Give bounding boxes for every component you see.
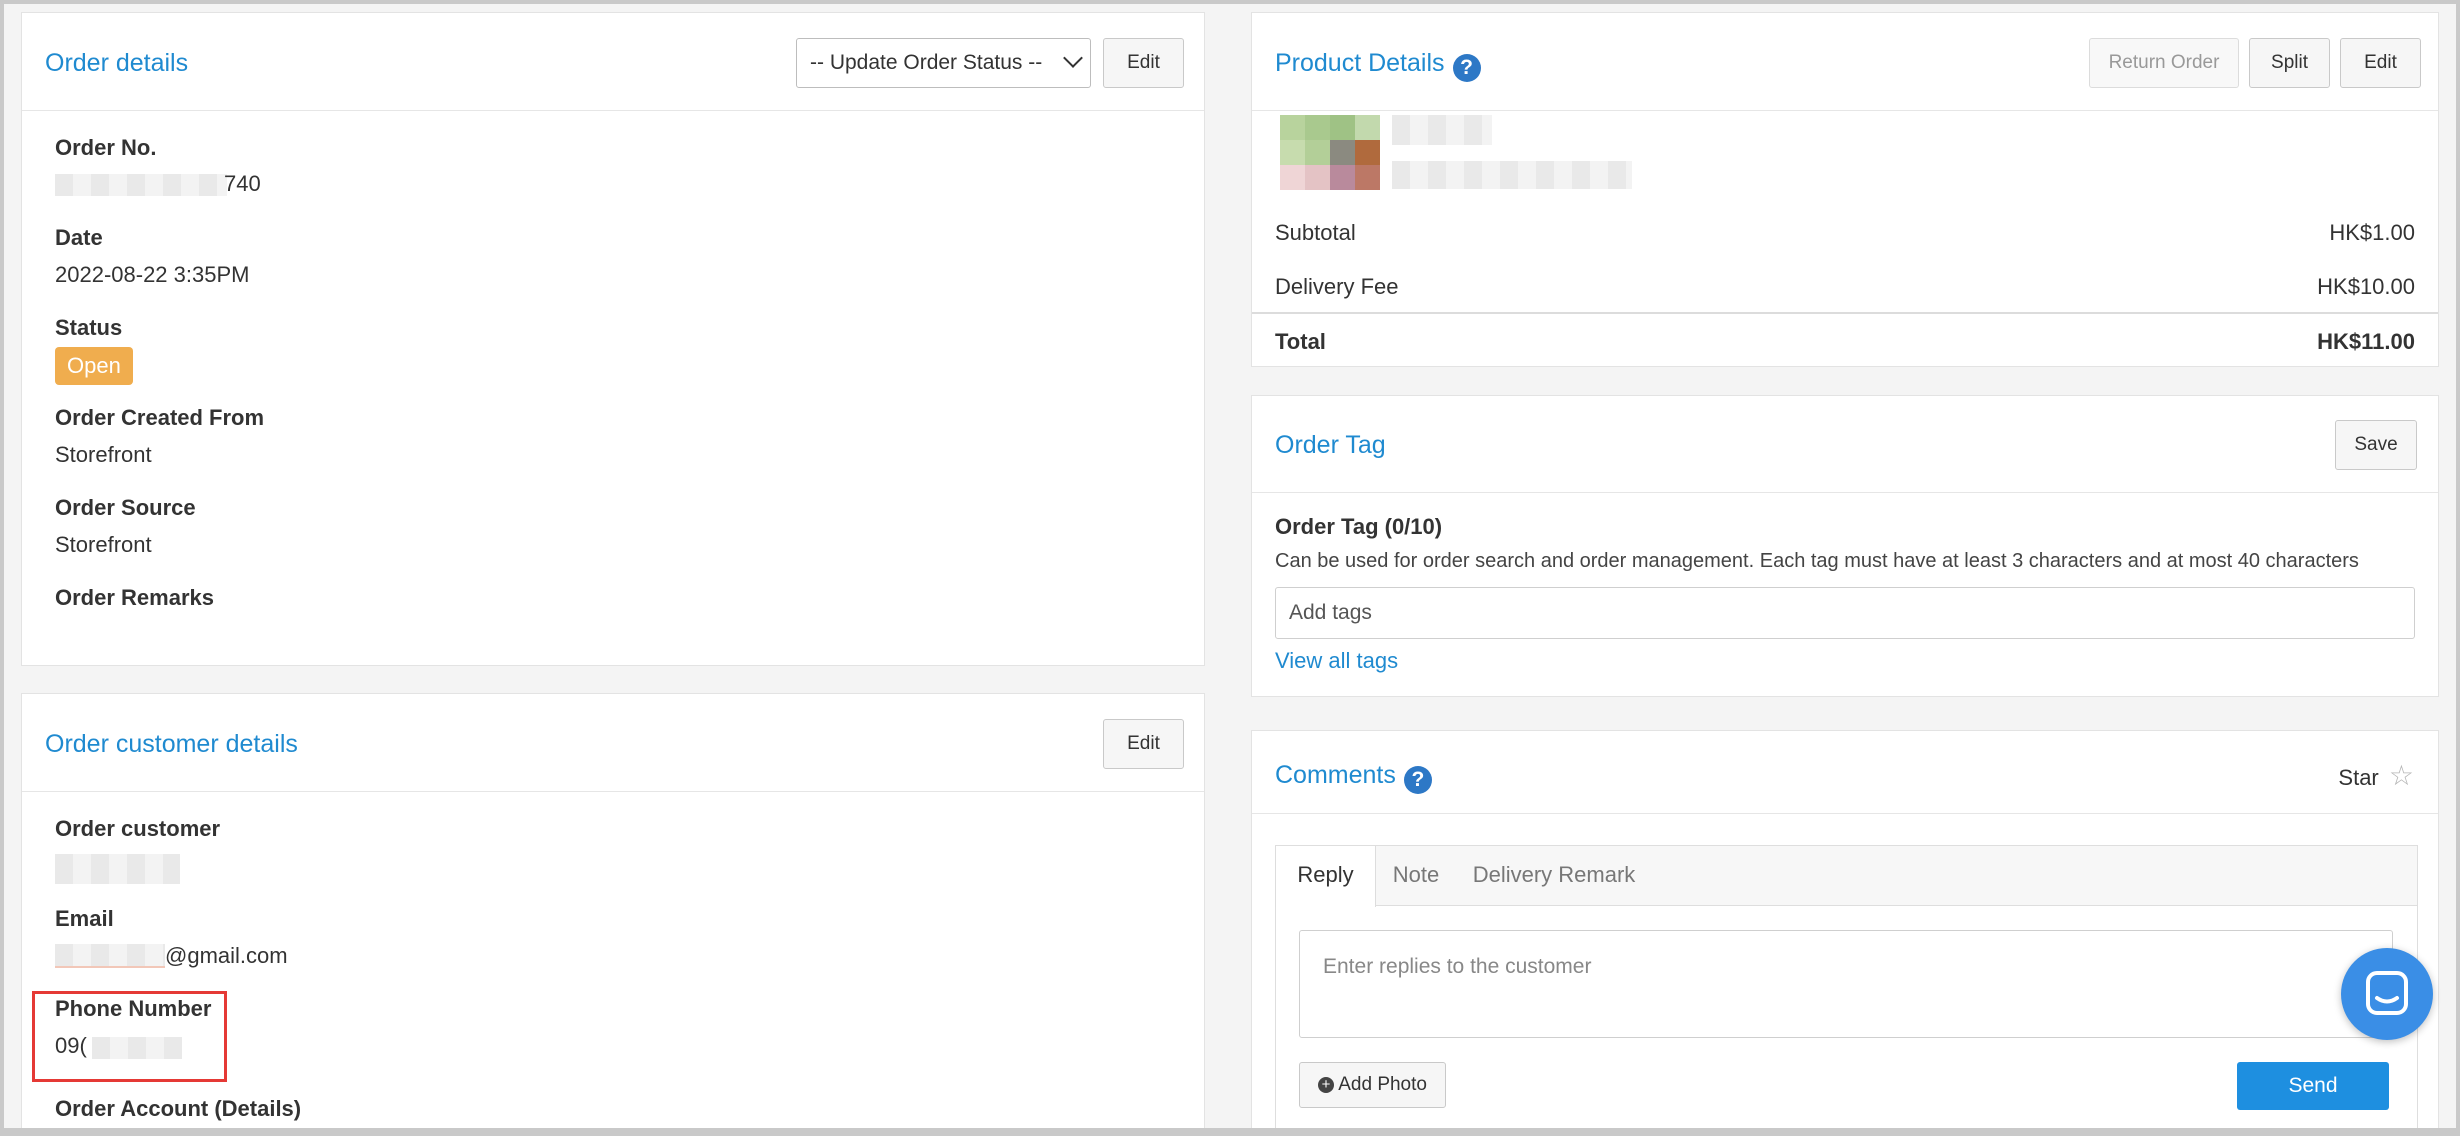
view-all-tags-link[interactable]: View all tags [1275,648,1398,674]
total-value: HK$11.00 [2317,329,2415,354]
add-tags-placeholder: Add tags [1289,601,1372,624]
reply-placeholder: Enter replies to the customer [1323,955,1592,978]
phone-number-value: 09( [55,1033,87,1058]
chevron-down-icon [1063,48,1083,68]
product-details-panel: Product Details? Return Order Split Edit… [1251,12,2439,367]
order-account-label: Order Account (Details) [55,1096,302,1121]
add-tags-input[interactable]: Add tags [1275,587,2415,639]
customer-details-panel: Order customer details Edit Order custom… [21,693,1205,1128]
status-badge: Open [55,347,133,385]
comments-tab-bar: Reply Note Delivery Remark [1275,846,2417,907]
product-name-redacted [1392,115,1492,145]
update-order-status-label: -- Update Order Status -- [810,51,1043,74]
chat-widget-button[interactable] [2341,948,2433,1040]
update-order-status-select[interactable]: -- Update Order Status -- [796,38,1091,88]
order-tag-save-button[interactable]: Save [2335,420,2417,470]
order-created-from-value: Storefront [55,442,152,467]
customer-details-header: Order customer details Edit [22,694,1204,792]
comments-panel: Comments? Star ☆ Reply Note Delivery Rem… [1251,730,2439,1128]
return-order-button[interactable]: Return Order [2089,38,2239,88]
order-tag-count-label: Order Tag (0/10) [1275,514,1443,539]
order-tag-title: Order Tag [1275,431,1386,459]
comments-title-text: Comments [1275,761,1396,789]
email-value: @gmail.com [165,943,288,968]
app-frame: Order details -- Update Order Status -- … [4,4,2456,1128]
phone-number-redacted [92,1037,182,1059]
customer-details-edit-button[interactable]: Edit [1103,719,1184,769]
order-tag-panel: Order Tag Save Order Tag (0/10) Can be u… [1251,395,2439,697]
order-details-panel: Order details -- Update Order Status -- … [21,12,1205,666]
order-created-from-label: Order Created From [55,405,265,430]
comments-header: Comments? Star ☆ [1252,731,2438,814]
order-details-title: Order details [45,49,189,77]
subtotal-label: Subtotal [1275,220,1356,245]
delivery-fee-label: Delivery Fee [1275,274,1399,299]
star-toggle[interactable]: Star ☆ [2338,759,2414,792]
order-tag-description: Can be used for order search and order m… [1275,550,2359,572]
product-thumbnail[interactable] [1280,115,1380,190]
status-label: Status [55,315,123,340]
product-details-title: Product Details? [1275,49,1481,82]
order-source-label: Order Source [55,495,196,520]
send-button[interactable]: Send [2237,1062,2389,1110]
help-icon[interactable]: ? [1403,766,1432,794]
order-details-edit-button[interactable]: Edit [1103,38,1184,88]
total-label: Total [1275,329,1326,354]
order-tag-header: Order Tag Save [1252,396,2438,493]
phone-number-label: Phone Number [55,996,212,1021]
order-details-header: Order details -- Update Order Status -- … [22,13,1204,111]
order-customer-redacted [55,854,180,884]
order-source-value: Storefront [55,532,152,557]
tab-reply[interactable]: Reply [1275,846,1376,907]
add-photo-button[interactable]: + Add Photo [1299,1062,1446,1108]
product-details-header: Product Details? Return Order Split Edit [1252,13,2438,111]
date-value: 2022-08-22 3:35PM [55,262,250,287]
help-icon[interactable]: ? [1452,54,1481,82]
star-icon: ☆ [2388,760,2414,791]
date-label: Date [55,225,103,250]
subtotal-value: HK$1.00 [2329,220,2415,245]
total-divider [1252,312,2438,314]
email-label: Email [55,906,114,931]
order-no-redacted [55,174,227,196]
order-customer-label: Order customer [55,816,221,841]
add-photo-label: Add Photo [1338,1074,1427,1095]
split-button[interactable]: Split [2249,38,2330,88]
order-remarks-label: Order Remarks [55,585,214,610]
plus-circle-icon: + [1318,1077,1334,1093]
product-details-edit-button[interactable]: Edit [2340,38,2421,88]
delivery-fee-value: HK$10.00 [2317,274,2415,299]
comments-title: Comments? [1275,761,1432,794]
order-no-label: Order No. [55,135,157,160]
chat-icon [2366,971,2408,1015]
email-redacted [55,944,165,968]
tab-note[interactable]: Note [1376,846,1456,906]
tab-delivery-remark[interactable]: Delivery Remark [1464,846,1644,906]
reply-textarea[interactable]: Enter replies to the customer [1299,930,2393,1038]
customer-details-title: Order customer details [45,730,298,758]
product-variant-redacted [1392,161,1632,189]
product-details-title-text: Product Details [1275,49,1445,77]
order-no-value: 740 [224,171,261,196]
comments-box: Reply Note Delivery Remark Enter replies… [1275,845,2418,1128]
star-label: Star [2338,765,2379,790]
